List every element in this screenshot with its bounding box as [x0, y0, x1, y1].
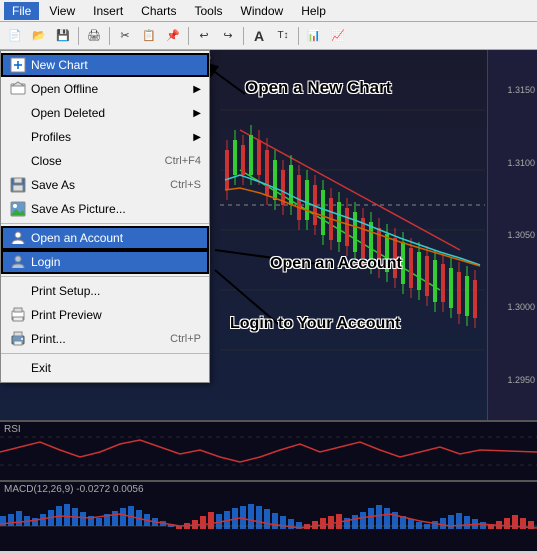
- toolbar-indicators[interactable]: 📈: [327, 25, 349, 47]
- menu-item-save-as-picture[interactable]: Save As Picture...: [1, 197, 209, 221]
- menu-item-print-preview[interactable]: Print Preview: [1, 303, 209, 327]
- toolbar-sep2: [109, 27, 110, 45]
- open-offline-icon: [9, 80, 27, 98]
- toolbar-paste[interactable]: 📌: [162, 25, 184, 47]
- chart-svg: [220, 50, 485, 420]
- toolbar-sep4: [243, 27, 244, 45]
- toolbar: 📄 📂 💾 🖨 ✂ 📋 📌 ↩ ↪ A T↕ 📊 📈: [0, 22, 537, 50]
- account-icon: [9, 229, 27, 247]
- menu-item-print-setup[interactable]: Print Setup...: [1, 279, 209, 303]
- toolbar-copy[interactable]: 📋: [138, 25, 160, 47]
- toolbar-chart-type[interactable]: 📊: [303, 25, 325, 47]
- open-deleted-arrow: ▶: [193, 108, 201, 119]
- toolbar-print[interactable]: 🖨: [83, 25, 105, 47]
- toolbar-cut[interactable]: ✂: [114, 25, 136, 47]
- price-scale: 1.3150 1.3100 1.3050 1.3000 1.2950: [487, 50, 537, 420]
- menu-window[interactable]: Window: [233, 2, 292, 20]
- menu-item-login[interactable]: Login: [1, 250, 209, 274]
- profiles-icon: [9, 128, 27, 146]
- toolbar-zoom-out[interactable]: T↕: [272, 25, 294, 47]
- open-offline-arrow: ▶: [193, 84, 201, 95]
- menu-help[interactable]: Help: [293, 2, 334, 20]
- menu-view[interactable]: View: [41, 2, 83, 20]
- rsi-chart: [0, 422, 537, 480]
- sep-2: [1, 276, 209, 277]
- new-chart-icon: [9, 56, 27, 74]
- toolbar-sep1: [78, 27, 79, 45]
- print-preview-icon: [9, 306, 27, 324]
- profiles-arrow: ▶: [193, 132, 201, 143]
- print-icon: [9, 330, 27, 348]
- menu-item-open-offline[interactable]: Open Offline ▶: [1, 77, 209, 101]
- price-label-5: 1.2950: [490, 375, 535, 385]
- toolbar-save[interactable]: 💾: [52, 25, 74, 47]
- toolbar-sep3: [188, 27, 189, 45]
- menu-insert[interactable]: Insert: [85, 2, 131, 20]
- menu-item-profiles[interactable]: Profiles ▶: [1, 125, 209, 149]
- price-label-1: 1.3150: [490, 85, 535, 95]
- price-label-3: 1.3050: [490, 230, 535, 240]
- toolbar-open[interactable]: 📂: [28, 25, 50, 47]
- main-chart-area: 1.3150 1.3100 1.3050 1.3000 1.2950 #5 Ne…: [0, 50, 537, 420]
- save-picture-icon: [9, 200, 27, 218]
- save-icon: [9, 176, 27, 194]
- menu-item-new-chart[interactable]: New Chart: [1, 53, 209, 77]
- price-label-4: 1.3000: [490, 302, 535, 312]
- close-icon: [9, 152, 27, 170]
- rsi-panel: RSI: [0, 420, 537, 480]
- macd-panel: MACD(12,26,9) -0.0272 0.0056: [0, 480, 537, 548]
- login-icon: [9, 253, 27, 271]
- toolbar-sep5: [298, 27, 299, 45]
- toolbar-redo[interactable]: ↪: [217, 25, 239, 47]
- sep-3: [1, 353, 209, 354]
- price-label-2: 1.3100: [490, 158, 535, 168]
- menu-item-open-account[interactable]: Open an Account: [1, 226, 209, 250]
- menu-bar: File View Insert Charts Tools Window Hel…: [0, 0, 537, 22]
- menu-charts[interactable]: Charts: [133, 2, 184, 20]
- menu-item-save-as[interactable]: Save As Ctrl+S: [1, 173, 209, 197]
- menu-file[interactable]: File: [4, 2, 39, 20]
- rsi-label: RSI: [0, 422, 25, 437]
- toolbar-undo[interactable]: ↩: [193, 25, 215, 47]
- open-deleted-icon: [9, 104, 27, 122]
- menu-item-exit[interactable]: Exit: [1, 356, 209, 380]
- print-setup-icon: [9, 282, 27, 300]
- macd-label: MACD(12,26,9) -0.0272 0.0056: [0, 482, 148, 497]
- exit-icon: [9, 359, 27, 377]
- toolbar-new[interactable]: 📄: [4, 25, 26, 47]
- menu-item-close[interactable]: Close Ctrl+F4: [1, 149, 209, 173]
- menu-item-open-deleted[interactable]: Open Deleted ▶: [1, 101, 209, 125]
- file-dropdown-menu: New Chart Open Offline ▶ Open Deleted ▶ …: [0, 50, 210, 383]
- macd-chart: [0, 496, 537, 551]
- menu-item-print[interactable]: Print... Ctrl+P: [1, 327, 209, 351]
- toolbar-zoom-in[interactable]: A: [248, 25, 270, 47]
- sep-1: [1, 223, 209, 224]
- menu-tools[interactable]: Tools: [187, 2, 231, 20]
